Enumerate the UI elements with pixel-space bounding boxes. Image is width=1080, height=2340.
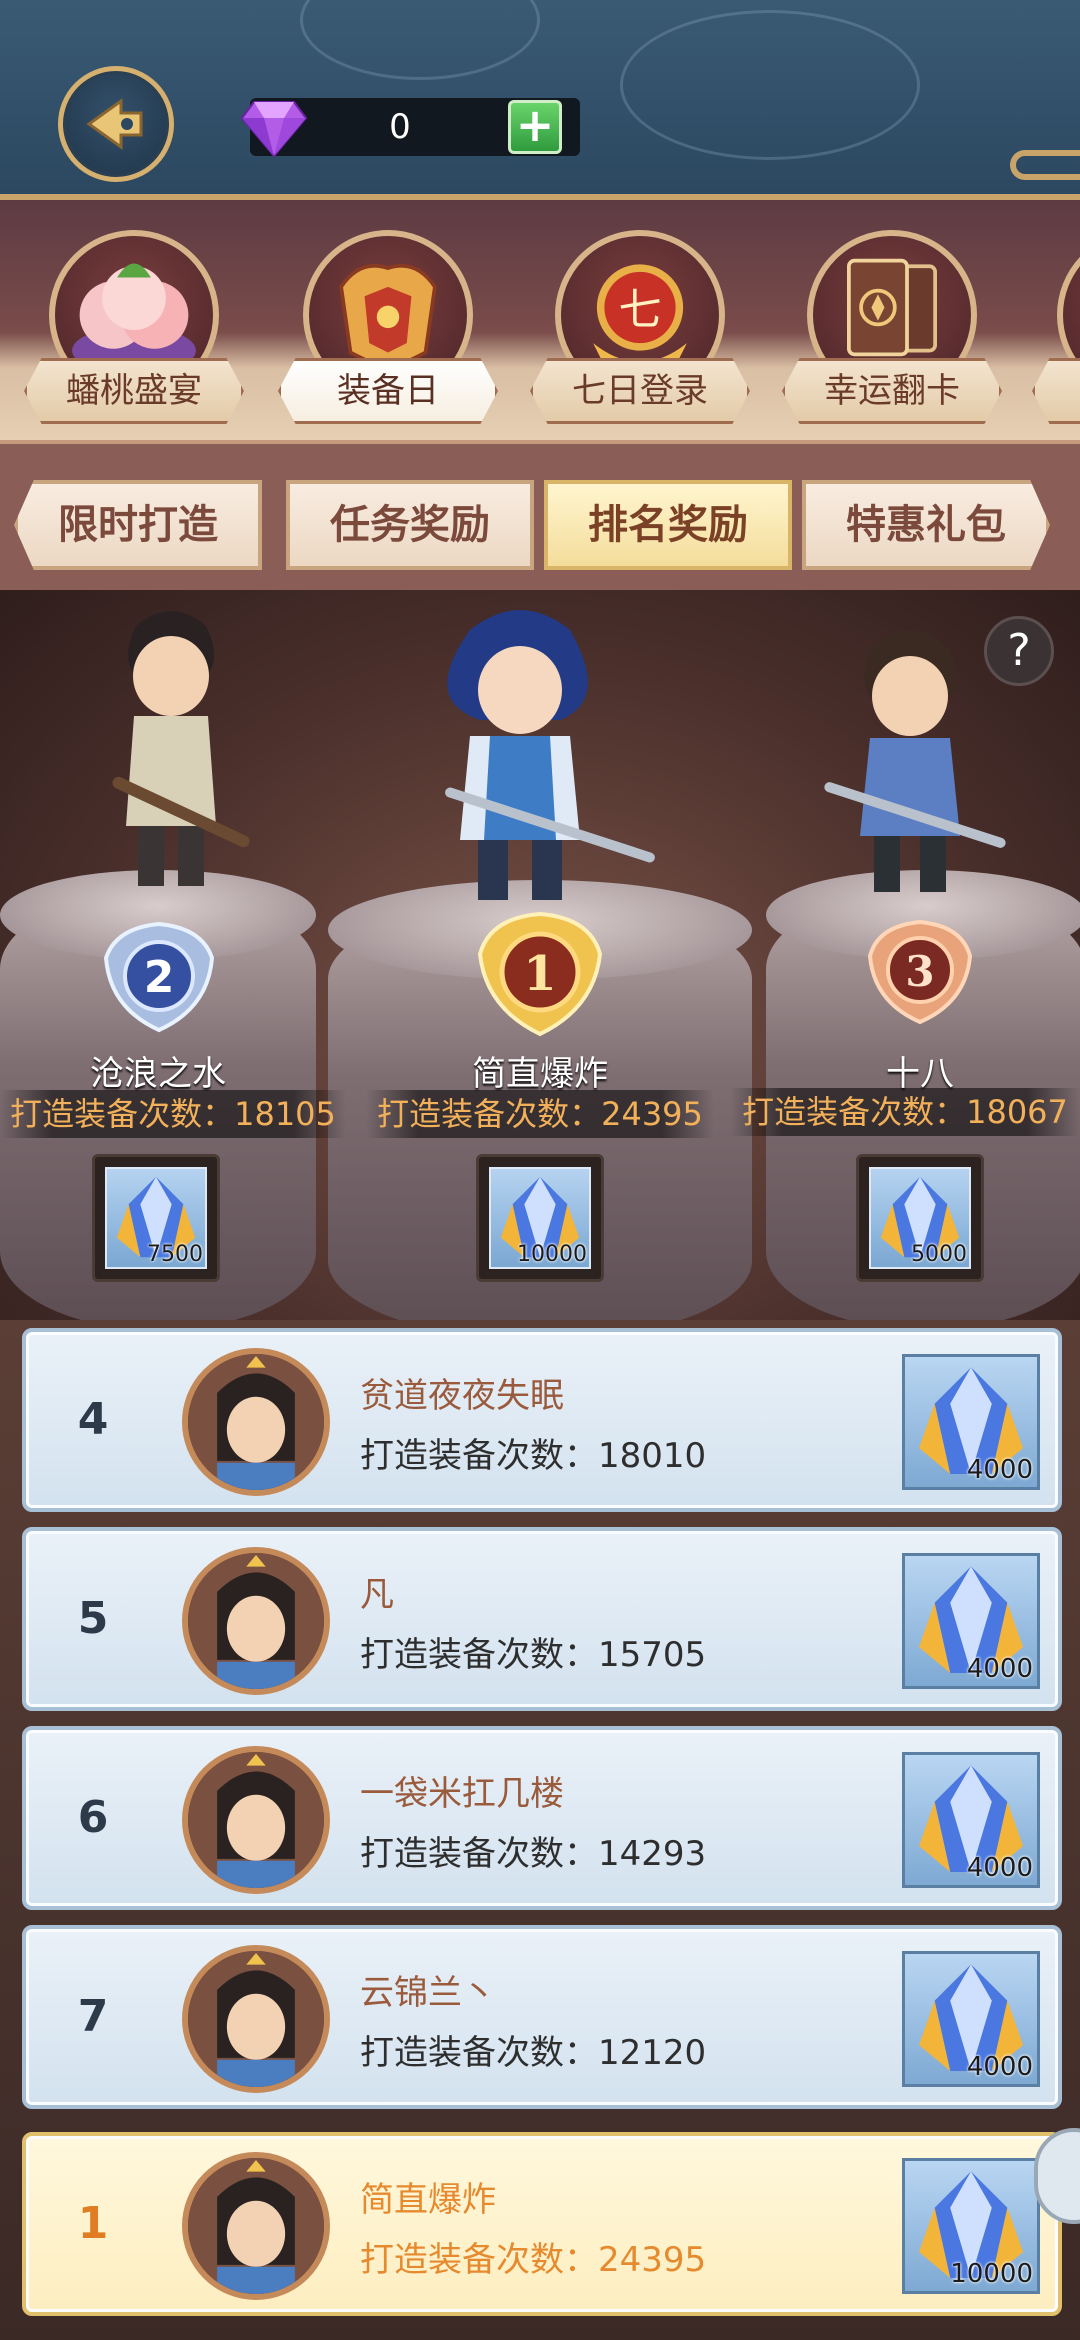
hero-character-rank-2	[112, 611, 250, 886]
avatar	[182, 1945, 330, 2093]
svg-text:1: 1	[523, 946, 556, 1002]
svg-text:3: 3	[905, 947, 934, 996]
avatar	[182, 1348, 330, 1496]
rank-number: 6	[77, 1792, 109, 1843]
hero-character-rank-3	[824, 630, 1006, 892]
row-reward[interactable]: 4000	[902, 1553, 1040, 1689]
player-name: 云锦兰丶	[360, 1973, 496, 2013]
avatar	[182, 2152, 330, 2300]
row-reward[interactable]: 10000	[902, 2158, 1040, 2294]
forge-count: 打造装备次数：12120	[360, 2033, 707, 2073]
reward-amount: 5000	[911, 1242, 967, 1267]
forge-count: 打造装备次数：14293	[360, 1834, 707, 1874]
top-bar: 0 +	[0, 0, 1080, 200]
tab-ranking-rewards[interactable]: 排名奖励	[544, 480, 792, 570]
rank-number: 5	[77, 1593, 109, 1644]
event-label: 幸运翻卡	[782, 358, 1002, 424]
scroll-decoration	[1010, 150, 1080, 180]
row-reward[interactable]: 4000	[902, 1752, 1040, 1888]
my-ranking-row[interactable]: 1 简直爆炸 打造装备次数：24395 10000	[22, 2132, 1062, 2316]
reward-amount: 10000	[517, 1242, 587, 1267]
avatar	[182, 1547, 330, 1695]
diamond-icon	[240, 101, 308, 158]
event-label: 七日登录	[530, 358, 750, 424]
row-reward[interactable]: 4000	[902, 1951, 1040, 2087]
ranking-row[interactable]: 5 凡 打造装备次数：15705 4000	[22, 1527, 1062, 1711]
rank-number: 7	[77, 1991, 109, 2042]
podium-name-rank-1: 简直爆炸	[472, 1054, 608, 1094]
crystal-icon: 5000	[869, 1167, 971, 1269]
podium-count-rank-2: 打造装备次数：18105	[0, 1090, 346, 1138]
reward-amount: 4000	[966, 1654, 1033, 1684]
back-button[interactable]	[58, 66, 174, 182]
player-name: 简直爆炸	[360, 2180, 496, 2220]
rank-3-medal-icon: 3	[867, 919, 973, 1025]
cloud-decoration	[300, 0, 540, 80]
svg-text:2: 2	[144, 952, 175, 1003]
podium-reward-rank-2[interactable]: 7500	[92, 1154, 220, 1282]
event-tab-seven-day-login[interactable]: 七 七日登录	[520, 220, 760, 440]
event-tab-more[interactable]: 四	[1022, 220, 1080, 440]
tab-task-rewards[interactable]: 任务奖励	[286, 480, 534, 570]
forge-count: 打造装备次数：24395	[360, 2240, 707, 2280]
event-label: 蟠桃盛宴	[24, 358, 244, 424]
row-reward[interactable]: 4000	[902, 1354, 1040, 1490]
ranking-row[interactable]: 6 一袋米扛几楼 打造装备次数：14293 4000	[22, 1726, 1062, 1910]
reward-amount: 10000	[950, 2259, 1033, 2289]
player-name: 贫道夜夜失眠	[360, 1376, 564, 1416]
event-tab-lucky-cards[interactable]: 幸运翻卡	[772, 220, 1012, 440]
event-tab-equipment-day[interactable]: 装备日	[268, 220, 508, 440]
cloud-decoration	[620, 10, 920, 160]
crystal-icon: 7500	[105, 1167, 207, 1269]
podium-reward-rank-1[interactable]: 10000	[476, 1154, 604, 1282]
avatar	[182, 1746, 330, 1894]
ranking-row[interactable]: 4 贫道夜夜失眠 打造装备次数：18010 4000	[22, 1328, 1062, 1512]
svg-text:七: 七	[618, 285, 661, 335]
rank-number: 4	[77, 1394, 109, 1445]
podium-count-rank-3: 打造装备次数：18067	[730, 1088, 1080, 1136]
back-arrow-icon	[86, 98, 143, 150]
ranking-row[interactable]: 7 云锦兰丶 打造装备次数：12120 4000	[22, 1925, 1062, 2109]
podium-count-rank-1: 打造装备次数：24395	[366, 1090, 714, 1138]
tab-special-packs[interactable]: 特惠礼包	[802, 480, 1050, 570]
event-label: 装备日	[278, 358, 498, 424]
event-tab-peach-banquet[interactable]: 蟠桃盛宴	[14, 220, 254, 440]
sub-tab-bar: 限时打造 任务奖励 排名奖励 特惠礼包	[0, 440, 1080, 590]
top-three-podium: ? 2 1 3 沧浪之水 简直爆炸 十八 打造装备次数：18105 打造装备次数…	[0, 590, 1080, 1320]
player-name: 一袋米扛几楼	[360, 1774, 564, 1814]
tab-limited-forge[interactable]: 限时打造	[14, 480, 262, 570]
forge-count: 打造装备次数：18010	[360, 1436, 707, 1476]
reward-amount: 4000	[966, 1455, 1033, 1485]
rank-1-medal-icon: 1	[477, 911, 603, 1037]
podium-name-rank-2: 沧浪之水	[90, 1054, 226, 1094]
event-label: 四	[1032, 358, 1080, 424]
podium-reward-rank-3[interactable]: 5000	[856, 1154, 984, 1282]
crystal-icon: 10000	[489, 1167, 591, 1269]
rank-number: 1	[77, 2198, 109, 2249]
player-name: 凡	[360, 1575, 394, 1615]
gem-count: 0	[389, 107, 411, 147]
add-gems-button[interactable]: +	[508, 100, 562, 154]
reward-amount: 4000	[966, 2052, 1033, 2082]
forge-count: 打造装备次数：15705	[360, 1635, 707, 1675]
rank-2-medal-icon: 2	[103, 921, 215, 1033]
reward-amount: 4000	[966, 1853, 1033, 1883]
reward-amount: 7500	[147, 1242, 203, 1267]
event-carousel: 蟠桃盛宴 装备日 七 七日登录 幸运翻卡	[0, 200, 1080, 440]
hero-character-rank-1	[445, 610, 655, 900]
